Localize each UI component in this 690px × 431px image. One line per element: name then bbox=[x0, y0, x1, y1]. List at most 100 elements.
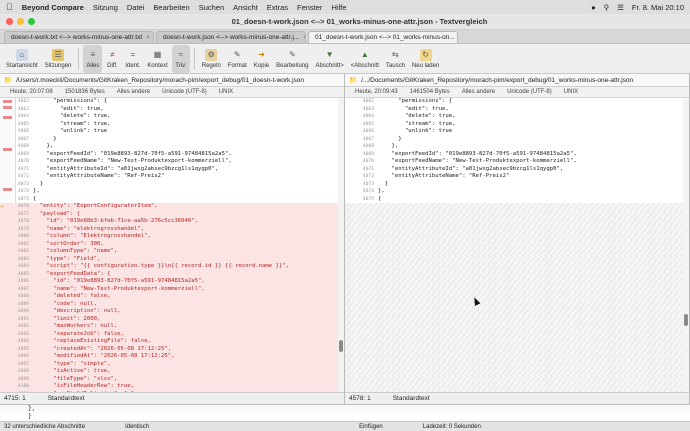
code-line[interactable]: ⇒ 4076 "entity": "ExportConfiguratorItem"… bbox=[0, 203, 344, 211]
code-line[interactable]: 4074}, bbox=[0, 188, 344, 196]
eol-select[interactable]: UNIX bbox=[219, 89, 233, 95]
apple-icon[interactable]:  bbox=[6, 2, 13, 12]
code-line[interactable]: 4070 "exportFeedName": "New-Test-Produkt… bbox=[0, 158, 344, 166]
menu-extras[interactable]: Extras bbox=[267, 3, 288, 12]
line-text[interactable]: "entityAttributeName": "Ref-Preis2" bbox=[378, 173, 689, 181]
code-line[interactable]: 4097 "type": "simple", bbox=[0, 360, 344, 369]
kontext-button[interactable]: ▦ Kontext bbox=[144, 45, 170, 73]
line-text[interactable]: "permissions": { bbox=[378, 98, 689, 106]
placeholder-line[interactable] bbox=[345, 300, 689, 308]
line-text[interactable]: "column": "Elektrogrosshandel", bbox=[33, 233, 344, 241]
startansicht-button[interactable]: ⌂ Startansicht bbox=[3, 45, 41, 73]
line-text[interactable]: } bbox=[33, 181, 344, 189]
line-text[interactable]: "exportFeedId": "019e8893-827d-70f5-a591… bbox=[33, 151, 344, 159]
menu-sitzung[interactable]: Sitzung bbox=[93, 3, 118, 12]
format-button[interactable]: ✎ Format bbox=[225, 45, 250, 73]
regeln-button[interactable]: ⚙ Regeln bbox=[199, 45, 224, 73]
menu-ansicht[interactable]: Ansicht bbox=[233, 3, 258, 12]
line-text[interactable]: "exportFeedId": "019e8893-827d-70f5-a591… bbox=[378, 151, 689, 159]
line-text[interactable]: "delete": true, bbox=[378, 113, 689, 121]
line-text[interactable]: "isFileHeaderRow": true, bbox=[33, 383, 344, 391]
line-text[interactable]: "edit": true, bbox=[33, 106, 344, 114]
line-text[interactable]: "type": "simple", bbox=[33, 361, 344, 369]
wifi-icon[interactable]: ● bbox=[591, 3, 596, 12]
placeholder-line[interactable] bbox=[345, 315, 689, 323]
code-line[interactable]: 4063 "edit": true, bbox=[0, 106, 344, 114]
text-format[interactable]: Standardtext bbox=[393, 395, 430, 402]
code-line[interactable]: 4088 "deleted": false, bbox=[0, 293, 344, 301]
code-line[interactable]: 4066 "unlink": true bbox=[345, 128, 689, 136]
close-icon[interactable]: × bbox=[303, 34, 305, 41]
placeholder-line[interactable] bbox=[345, 368, 689, 376]
line-text[interactable]: "sortOrder": 300, bbox=[33, 241, 344, 249]
insert-mode[interactable]: Einfügen bbox=[359, 424, 383, 430]
tab-session-2[interactable]: doesn-t-work.json <--> works-minus-one-a… bbox=[156, 31, 306, 43]
code-line[interactable]: 4068 }, bbox=[0, 143, 344, 151]
line-text[interactable]: "edit": true, bbox=[378, 106, 689, 114]
text-format[interactable]: Standardtext bbox=[48, 395, 85, 402]
code-line[interactable]: 4069 "exportFeedId": "019e8893-827d-70f5… bbox=[345, 151, 689, 159]
code-line[interactable]: 4090 "description": null, bbox=[0, 308, 344, 316]
placeholder-line[interactable] bbox=[345, 345, 689, 353]
code-line[interactable]: 4078 "id": "019e88b3-bfeb-71ce-aa5b-276c… bbox=[0, 218, 344, 226]
placeholder-line[interactable] bbox=[345, 375, 689, 383]
line-text[interactable]: "id": "019e8893-827d-70f5-a591-97484815a… bbox=[33, 278, 344, 286]
code-line[interactable]: 4070 "exportFeedName": "New-Test-Produkt… bbox=[345, 158, 689, 166]
code-line[interactable]: 4072 "entityAttributeName": "Ref-Preis2" bbox=[0, 173, 344, 181]
line-text[interactable]: }, bbox=[33, 143, 344, 151]
ident-button[interactable]: = Ident. bbox=[122, 45, 143, 73]
code-line[interactable]: 4093 "separateJob": false, bbox=[0, 330, 344, 339]
line-text[interactable]: "columnType": "name", bbox=[33, 248, 344, 256]
code-line[interactable]: 4080 "column": "Elektrogrosshandel", bbox=[0, 233, 344, 241]
close-icon[interactable]: × bbox=[146, 34, 150, 41]
placeholder-line[interactable] bbox=[345, 360, 689, 368]
line-text[interactable]: "deleted": false, bbox=[33, 293, 344, 301]
placeholder-line[interactable] bbox=[345, 270, 689, 278]
control-center-icon[interactable]: ☰ bbox=[617, 3, 624, 12]
code-line[interactable]: 4067 } bbox=[345, 136, 689, 144]
code-line[interactable]: 4069 "exportFeedId": "019e8893-827d-70f5… bbox=[0, 151, 344, 159]
code-line[interactable]: 4082 "columnType": "name", bbox=[0, 248, 344, 256]
placeholder-line[interactable] bbox=[345, 210, 689, 218]
line-text[interactable]: }, bbox=[378, 188, 689, 196]
zoom-window-button[interactable] bbox=[28, 18, 35, 25]
line-text[interactable]: "unlink": true bbox=[33, 128, 344, 136]
bearbeitung-button[interactable]: ✎ Bearbeitung bbox=[273, 45, 311, 73]
placeholder-line[interactable] bbox=[345, 278, 689, 286]
right-text-area[interactable]: 4062 "permissions": {4063 "edit": true, 4… bbox=[345, 98, 689, 392]
menu-fenster[interactable]: Fenster bbox=[297, 3, 322, 12]
line-text[interactable]: "stream": true, bbox=[378, 121, 689, 129]
line-text[interactable]: "separateJob": false, bbox=[33, 331, 344, 339]
neu-laden-button[interactable]: ↻ Neu laden bbox=[409, 45, 442, 73]
code-line[interactable]: 4068 }, bbox=[345, 143, 689, 151]
code-line[interactable]: 4062 "permissions": { bbox=[0, 98, 344, 106]
code-line[interactable]: 4073 } bbox=[0, 181, 344, 189]
menu-clock[interactable]: Fr. 8. Mai 20:10 bbox=[632, 3, 684, 12]
code-line[interactable]: 4099 "fileType": "xlsx", bbox=[0, 375, 344, 383]
line-text[interactable]: "exportFeedData": { bbox=[33, 271, 344, 279]
line-text[interactable]: "script": "{{ configuration.type }}\n{{ … bbox=[33, 263, 344, 271]
code-line[interactable]: 4072 "entityAttributeName": "Ref-Preis2" bbox=[345, 173, 689, 181]
code-line[interactable]: 4066 "unlink": true bbox=[0, 128, 344, 136]
diff-button[interactable]: ≠ Diff. bbox=[103, 45, 121, 73]
line-text[interactable]: } bbox=[33, 136, 344, 144]
placeholder-line[interactable] bbox=[345, 263, 689, 271]
menu-suchen[interactable]: Suchen bbox=[199, 3, 224, 12]
line-text[interactable]: "delete": true, bbox=[33, 113, 344, 121]
line-text[interactable]: } bbox=[378, 136, 689, 144]
placeholder-line[interactable] bbox=[345, 255, 689, 263]
line-text[interactable]: "unlink": true bbox=[378, 128, 689, 136]
code-line[interactable]: 4074}, bbox=[345, 188, 689, 196]
tab-session-1[interactable]: doesn-t-work.txt <--> works-minus-one-at… bbox=[4, 31, 154, 43]
menu-app-name[interactable]: Beyond Compare bbox=[22, 3, 84, 12]
line-text[interactable]: "exportFeedName": "New-Test-Produktexpor… bbox=[378, 158, 689, 166]
placeholder-line[interactable] bbox=[345, 323, 689, 331]
menu-bearbeiten[interactable]: Bearbeiten bbox=[153, 3, 189, 12]
placeholder-line[interactable] bbox=[345, 248, 689, 256]
code-line[interactable]: 4092 "maxWorkers": null, bbox=[0, 323, 344, 331]
placeholder-line[interactable] bbox=[345, 338, 689, 346]
line-text[interactable]: "exportFeedName": "New-Test-Produktexpor… bbox=[33, 158, 344, 166]
right-scrollbar[interactable] bbox=[683, 98, 689, 392]
line-text[interactable]: "limit": 2000, bbox=[33, 316, 344, 324]
code-line[interactable]: 4073 } bbox=[345, 181, 689, 189]
